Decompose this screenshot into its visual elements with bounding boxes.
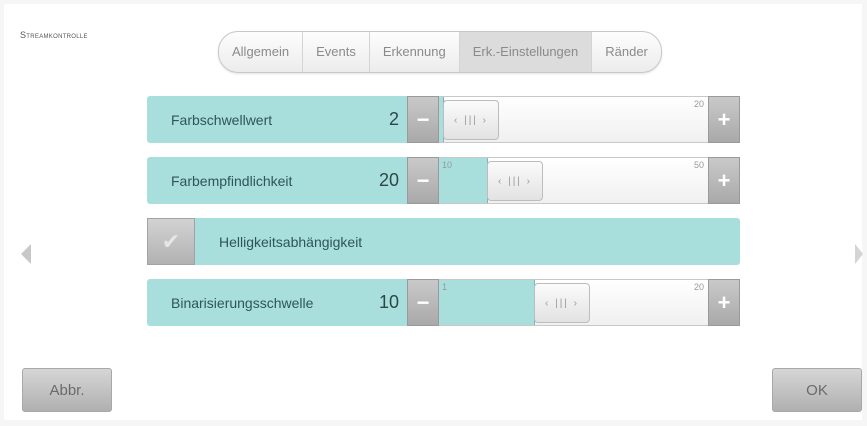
setting-label: Binarisierungsschwelle <box>171 294 314 311</box>
setting-value: 10 <box>378 292 399 312</box>
slider-max-label: 50 <box>693 160 704 170</box>
slider-track[interactable]: 10 50 ‹ ||| › <box>439 157 708 204</box>
increment-button[interactable]: + <box>708 96 740 143</box>
slider-thumb[interactable]: ‹ ||| › <box>487 161 543 201</box>
app-title: Streamkontrolle <box>20 30 88 40</box>
slider-thumb[interactable]: ‹ ||| › <box>534 283 590 323</box>
tab-raender[interactable]: Ränder <box>592 32 661 72</box>
decrement-button[interactable]: − <box>407 279 439 326</box>
cancel-button[interactable]: Abbr. <box>22 368 112 412</box>
tab-allgemein[interactable]: Allgemein <box>219 32 304 72</box>
checkmark-icon: ✔ <box>161 228 181 254</box>
slider-max-label: 20 <box>693 99 704 109</box>
slider: − 1 20 ‹ ||| › + <box>407 96 740 143</box>
slider-min-label: 1 <box>442 282 448 292</box>
slider-min-label: 10 <box>442 160 453 170</box>
setting-row-farbschwellwert: Farbschwellwert 2 − 1 20 ‹ ||| › + <box>147 96 740 143</box>
increment-button[interactable]: + <box>708 157 740 204</box>
increment-button[interactable]: + <box>708 279 740 326</box>
slider-thumb[interactable]: ‹ ||| › <box>443 100 499 140</box>
slider-fill <box>439 280 535 325</box>
tab-erkennung[interactable]: Erkennung <box>370 32 460 72</box>
setting-row-binarisierung: Binarisierungsschwelle 10 − 1 20 ‹ ||| ›… <box>147 279 740 326</box>
next-page-icon[interactable] <box>855 244 863 264</box>
decrement-button[interactable]: − <box>407 96 439 143</box>
setting-value: 2 <box>388 109 399 129</box>
setting-label-box: Farbschwellwert 2 <box>147 96 407 143</box>
ok-button[interactable]: OK <box>772 368 862 412</box>
setting-label: Helligkeitsabhängigkeit <box>219 233 363 250</box>
tab-events[interactable]: Events <box>303 32 370 72</box>
slider: − 10 50 ‹ ||| › + <box>407 157 740 204</box>
setting-label-box: Farbempfindlichkeit 20 <box>147 157 407 204</box>
tab-erk-einstellungen[interactable]: Erk.-Einstellungen <box>459 32 593 72</box>
decrement-button[interactable]: − <box>407 157 439 204</box>
tab-bar: Allgemein Events Erkennung Erk.-Einstell… <box>218 31 662 73</box>
setting-label: Farbschwellwert <box>171 111 273 128</box>
slider-track[interactable]: 1 20 ‹ ||| › <box>439 279 708 326</box>
setting-label: Farbempfindlichkeit <box>171 172 293 189</box>
setting-row-helligkeit: ✔ Helligkeitsabhängigkeit <box>147 218 740 265</box>
slider: − 1 20 ‹ ||| › + <box>407 279 740 326</box>
slider-max-label: 20 <box>693 282 704 292</box>
helligkeit-checkbox[interactable]: ✔ <box>147 218 195 265</box>
previous-page-icon[interactable] <box>21 244 31 264</box>
setting-label-box: Binarisierungsschwelle 10 <box>147 279 407 326</box>
setting-value: 20 <box>378 170 399 190</box>
slider-track[interactable]: 1 20 ‹ ||| › <box>439 96 708 143</box>
setting-row-farbempfindlichkeit: Farbempfindlichkeit 20 − 10 50 ‹ ||| › + <box>147 157 740 204</box>
